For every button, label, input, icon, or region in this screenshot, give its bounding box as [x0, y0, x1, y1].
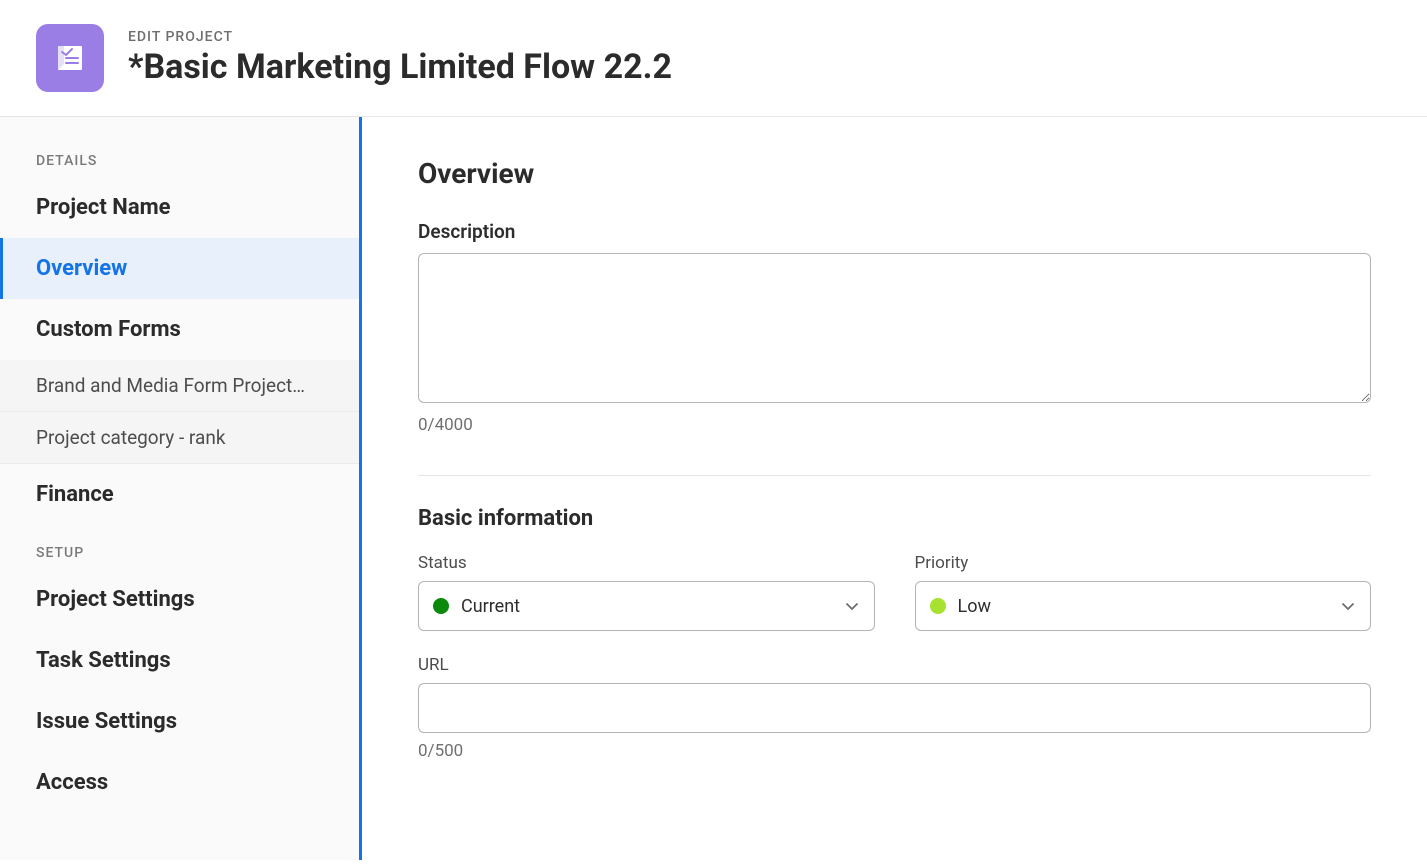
- sidebar-item-issue-settings[interactable]: Issue Settings: [0, 691, 359, 752]
- sidebar-item-task-settings[interactable]: Task Settings: [0, 630, 359, 691]
- description-input[interactable]: [418, 253, 1371, 403]
- description-label: Description: [418, 220, 1371, 243]
- main-content: Overview Description 0/4000 Basic inform…: [362, 117, 1427, 860]
- sidebar-section-details: DETAILS: [0, 145, 359, 177]
- status-value: Current: [461, 596, 844, 617]
- sidebar-item-access[interactable]: Access: [0, 752, 359, 813]
- sidebar: DETAILS Project Name Overview Custom For…: [0, 117, 362, 860]
- sidebar-section-setup: SETUP: [0, 537, 359, 569]
- sidebar-item-overview[interactable]: Overview: [0, 238, 359, 299]
- status-label: Status: [418, 553, 875, 573]
- priority-value: Low: [958, 596, 1341, 617]
- priority-dot-icon: [930, 598, 946, 614]
- basic-info-heading: Basic information: [418, 506, 1371, 531]
- header: EDIT PROJECT *Basic Marketing Limited Fl…: [0, 0, 1427, 117]
- sidebar-subitem-project-category[interactable]: Project category - rank: [0, 412, 359, 464]
- status-dot-icon: [433, 598, 449, 614]
- overview-heading: Overview: [418, 157, 1371, 190]
- priority-label: Priority: [915, 553, 1372, 573]
- description-counter: 0/4000: [418, 415, 1371, 435]
- sidebar-item-finance[interactable]: Finance: [0, 464, 359, 525]
- status-select[interactable]: Current: [418, 581, 875, 631]
- breadcrumb: EDIT PROJECT: [128, 29, 672, 45]
- sidebar-item-project-name[interactable]: Project Name: [0, 177, 359, 238]
- sidebar-item-project-settings[interactable]: Project Settings: [0, 569, 359, 630]
- chevron-down-icon: [844, 598, 860, 614]
- chevron-down-icon: [1340, 598, 1356, 614]
- sidebar-subitem-brand-media[interactable]: Brand and Media Form Project…: [0, 360, 359, 412]
- project-icon: [36, 24, 104, 92]
- priority-select[interactable]: Low: [915, 581, 1372, 631]
- page-title: *Basic Marketing Limited Flow 22.2: [128, 47, 672, 87]
- divider: [418, 475, 1371, 476]
- url-counter: 0/500: [418, 741, 1371, 761]
- sidebar-item-custom-forms[interactable]: Custom Forms: [0, 299, 359, 360]
- url-input[interactable]: [418, 683, 1371, 733]
- url-label: URL: [418, 655, 1371, 675]
